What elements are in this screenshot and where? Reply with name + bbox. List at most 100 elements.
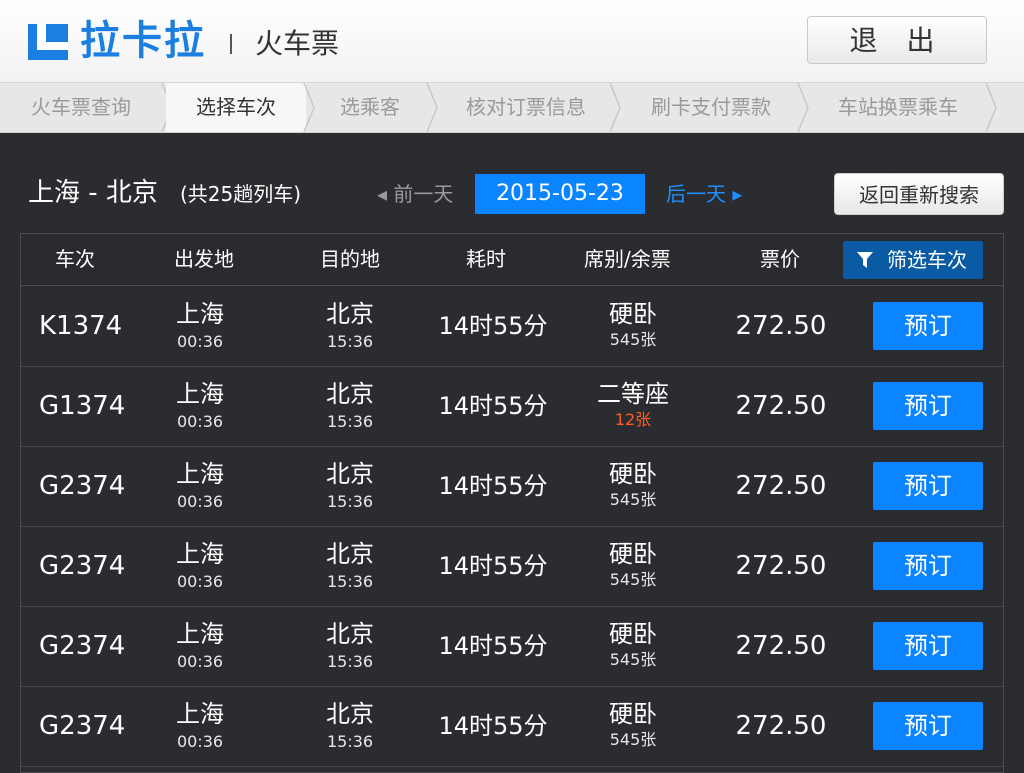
departure-time: 00:36 <box>176 492 224 511</box>
tickets-left: 545张 <box>609 570 657 589</box>
arrival-time: 15:36 <box>326 492 374 511</box>
book-button[interactable]: 预订 <box>873 302 983 350</box>
arrival-city: 北京 <box>326 300 374 328</box>
duration: 14时55分 <box>438 392 548 420</box>
filter-label: 筛选车次 <box>887 248 967 272</box>
arrival-time: 15:36 <box>326 332 374 351</box>
book-button[interactable]: 预订 <box>873 542 983 590</box>
seat-class: 硬卧 <box>609 620 657 648</box>
route-title: 上海 - 北京 <box>28 178 158 208</box>
seat-class: 硬卧 <box>609 460 657 488</box>
train-number: G2374 <box>39 631 126 661</box>
duration: 14时55分 <box>438 632 548 660</box>
ticket-price: 272.50 <box>735 311 827 341</box>
departure-time: 00:36 <box>176 572 224 591</box>
table-header: 车次 出发地 目的地 耗时 席别/余票 票价 筛选车次 <box>21 234 1003 286</box>
duration: 14时55分 <box>438 312 548 340</box>
seat-class: 二等座 <box>597 380 669 408</box>
filter-icon <box>857 252 873 268</box>
train-table: 车次 出发地 目的地 耗时 席别/余票 票价 筛选车次 K1374 上海 00:… <box>20 233 1004 773</box>
arrival-city: 北京 <box>326 540 374 568</box>
train-number: G1374 <box>39 391 126 421</box>
header-to: 目的地 <box>320 247 380 271</box>
duration: 14时55分 <box>438 552 548 580</box>
arrival-time: 15:36 <box>326 572 374 591</box>
step-confirm-order: 核对订票信息 <box>466 95 586 119</box>
table-row: G1374 上海 00:36 北京 15:36 14时55分 二等座 12张 2… <box>21 366 1003 447</box>
train-number: G2374 <box>39 711 126 741</box>
departure-city: 上海 <box>176 700 224 728</box>
departure-city: 上海 <box>176 300 224 328</box>
header-seat: 席别/余票 <box>584 247 671 271</box>
seat-class: 硬卧 <box>609 700 657 728</box>
book-button[interactable]: 预订 <box>873 382 983 430</box>
step-select-train: 选择车次 <box>166 83 306 132</box>
table-row: G2374 上海 00:36 北京 15:36 14时55分 硬卧 545张 2… <box>21 526 1003 607</box>
departure-city: 上海 <box>176 540 224 568</box>
arrival-city: 北京 <box>326 620 374 648</box>
arrival-city: 北京 <box>326 380 374 408</box>
arrival-time: 15:36 <box>326 652 374 671</box>
next-day-link[interactable]: 后一天 ▸ <box>666 180 742 208</box>
step-separator-icon <box>609 83 621 132</box>
ticket-price: 272.50 <box>735 391 827 421</box>
train-count: (共25趟列车) <box>180 182 302 206</box>
table-row: G2374 上海 00:36 北京 15:36 14时55分 硬卧 545张 2… <box>21 606 1003 687</box>
arrival-time: 15:36 <box>326 412 374 431</box>
filter-trains-button[interactable]: 筛选车次 <box>843 241 983 279</box>
table-row: K1374 上海 00:36 北京 15:36 14时55分 硬卧 545张 2… <box>21 286 1003 367</box>
tickets-left: 545张 <box>609 330 657 349</box>
header-train: 车次 <box>55 247 95 271</box>
train-number: G2374 <box>39 551 126 581</box>
header-price: 票价 <box>760 247 800 271</box>
duration: 14时55分 <box>438 472 548 500</box>
step-train-query: 火车票查询 <box>31 95 131 119</box>
header-divider <box>230 34 232 54</box>
brand-name: 拉卡拉 <box>80 18 206 64</box>
book-button[interactable]: 预订 <box>873 622 983 670</box>
header-from: 出发地 <box>174 247 234 271</box>
ticket-price: 272.50 <box>735 551 827 581</box>
book-button[interactable]: 预订 <box>873 702 983 750</box>
seat-class: 硬卧 <box>609 540 657 568</box>
step-separator-icon <box>303 83 315 132</box>
step-separator-icon <box>426 83 438 132</box>
logout-button[interactable]: 退 出 <box>807 16 987 64</box>
ticket-price: 272.50 <box>735 471 827 501</box>
header-duration: 耗时 <box>466 247 506 271</box>
page-title: 火车票 <box>255 27 340 60</box>
ticket-price: 272.50 <box>735 631 827 661</box>
research-button[interactable]: 返回重新搜索 <box>834 173 1004 215</box>
train-number: G2374 <box>39 471 126 501</box>
step-card-payment: 刷卡支付票款 <box>651 95 771 119</box>
duration: 14时55分 <box>438 712 548 740</box>
arrival-time: 15:36 <box>326 732 374 751</box>
arrival-city: 北京 <box>326 700 374 728</box>
step-station-exchange: 车站换票乘车 <box>838 95 958 119</box>
arrival-city: 北京 <box>326 460 374 488</box>
lakala-logo-icon <box>28 24 68 60</box>
step-select-passenger: 选乘客 <box>340 95 400 119</box>
top-bar: 拉卡拉 火车票 退 出 <box>0 0 1024 83</box>
tickets-left: 545张 <box>609 650 657 669</box>
departure-city: 上海 <box>176 620 224 648</box>
tickets-left: 545张 <box>609 490 657 509</box>
tickets-left: 12张 <box>614 410 652 429</box>
departure-city: 上海 <box>176 460 224 488</box>
departure-city: 上海 <box>176 380 224 408</box>
table-row: G2374 上海 00:36 北京 15:36 14时55分 硬卧 545张 2… <box>21 446 1003 527</box>
train-number: K1374 <box>39 311 123 341</box>
step-progress-bar: 火车票查询 选择车次 选乘客 核对订票信息 刷卡支付票款 车站换票乘车 <box>0 83 1024 133</box>
prev-day-link[interactable]: ◂ 前一天 <box>377 180 453 208</box>
table-row: G2374 上海 00:36 北京 15:36 14时55分 硬卧 545张 2… <box>21 686 1003 767</box>
departure-time: 00:36 <box>176 732 224 751</box>
selected-date[interactable]: 2015-05-23 <box>475 174 645 214</box>
step-separator-icon <box>985 83 997 132</box>
seat-class: 硬卧 <box>609 300 657 328</box>
book-button[interactable]: 预订 <box>873 462 983 510</box>
departure-time: 00:36 <box>176 652 224 671</box>
tickets-left: 545张 <box>609 730 657 749</box>
departure-time: 00:36 <box>176 412 224 431</box>
ticket-price: 272.50 <box>735 711 827 741</box>
step-separator-icon <box>797 83 809 132</box>
